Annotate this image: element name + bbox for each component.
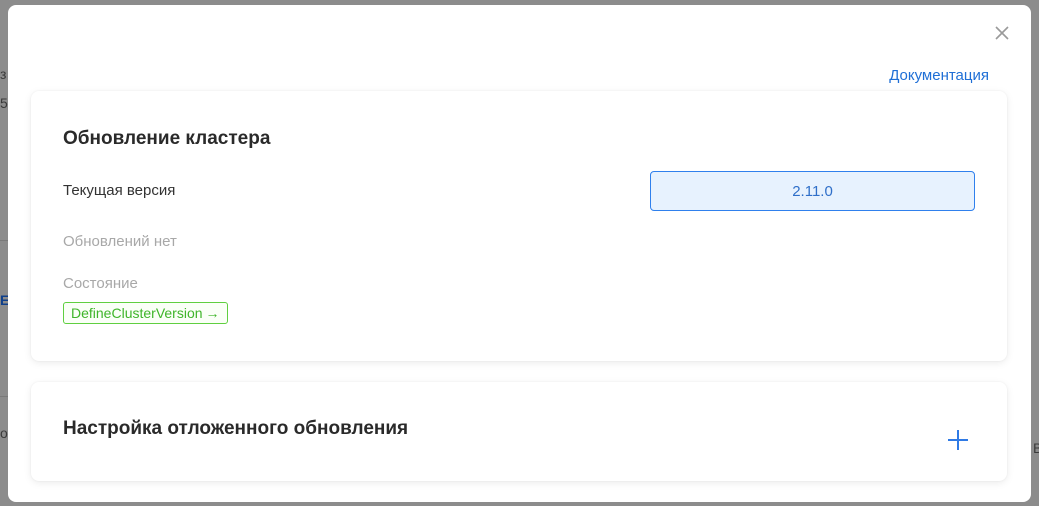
cluster-update-modal: Документация Обновление кластера Текущая…: [8, 5, 1031, 502]
background-text-fragment: 5: [0, 95, 8, 111]
arrow-right-icon: →: [205, 305, 220, 321]
background-text-fragment: з: [0, 66, 7, 82]
cluster-update-title: Обновление кластера: [63, 128, 271, 149]
state-status-value: DefineClusterVersion: [71, 305, 203, 321]
documentation-link[interactable]: Документация: [889, 67, 989, 84]
plus-icon[interactable]: [947, 429, 969, 451]
deferred-update-title: Настройка отложенного обновления: [63, 418, 409, 439]
background-divider: [0, 396, 8, 397]
no-updates-text: Обновлений нет: [63, 233, 177, 250]
state-label: Состояние: [63, 275, 138, 292]
background-divider: [0, 240, 8, 241]
background-text-fragment: В: [1033, 440, 1039, 456]
current-version-label: Текущая версия: [63, 182, 176, 199]
current-version-field[interactable]: 2.11.0: [650, 171, 975, 211]
current-version-value: 2.11.0: [792, 182, 833, 200]
deferred-update-card: Настройка отложенного обновления: [31, 382, 1007, 481]
close-icon[interactable]: [993, 24, 1011, 42]
cluster-update-card: Обновление кластера Текущая версия 2.11.…: [31, 91, 1007, 361]
state-status-tag[interactable]: DefineClusterVersion →: [63, 302, 228, 324]
